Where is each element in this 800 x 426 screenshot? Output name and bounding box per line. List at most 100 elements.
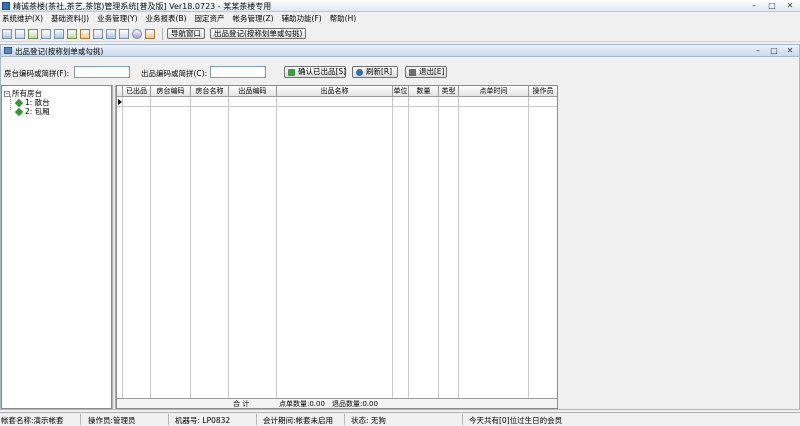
grid-header: 已出品 房台编码 房台名称 出品编码 出品名称 单位 数量 类型 点单时间 操作… <box>117 86 557 97</box>
confirm-served-button[interactable]: 确认已出品[S] <box>284 66 346 78</box>
room-code-input[interactable] <box>74 66 130 78</box>
status-separator <box>344 414 345 425</box>
col-room-name[interactable]: 房台名称 <box>191 86 229 97</box>
refresh-label: 刷新[R] <box>366 67 393 76</box>
order-qty-total: 点单数量:0.00 <box>279 400 325 408</box>
item-code-label: 出品编码或简拼(C): <box>141 69 208 78</box>
grid-row-line <box>117 106 557 107</box>
close-icon[interactable]: ✕ <box>784 1 796 10</box>
col-room-code[interactable]: 房台编码 <box>151 86 191 97</box>
menu-aux[interactable]: 辅助功能(F) <box>278 13 326 24</box>
col-qty[interactable]: 数量 <box>409 86 439 97</box>
tree-item-label: 2: 包厢 <box>25 107 50 116</box>
order-register-button[interactable]: 出品登记(按称划单或勾挑) <box>210 28 307 39</box>
col-item-name[interactable]: 出品名称 <box>277 86 393 97</box>
window-icon <box>4 47 12 54</box>
item-code-input[interactable] <box>210 66 266 78</box>
grid-col-line <box>150 97 151 399</box>
maximize-icon[interactable]: □ <box>766 1 778 10</box>
status-account: 帐套名称:演示帐套 <box>1 416 64 425</box>
menu-fixed-assets[interactable]: 固定资产 <box>191 13 229 24</box>
tree-item-private-room[interactable]: 2: 包厢 <box>14 106 50 117</box>
grid-col-line <box>528 97 529 399</box>
filter-row: 房台编码或简拼(F): 出品编码或简拼(C): 确认已出品[S] 刷新[R] 退… <box>1 65 799 81</box>
col-order-time[interactable]: 点单时间 <box>459 86 529 97</box>
grid-col-line <box>228 97 229 399</box>
menu-help[interactable]: 帮助(H) <box>326 13 361 24</box>
status-birthday: 今天共有[0]位过生日的会员 <box>469 416 563 425</box>
maximize-icon[interactable]: □ <box>769 46 779 55</box>
status-operator: 操作员:管理员 <box>88 416 136 425</box>
grid-col-line <box>408 97 409 399</box>
confirm-served-label: 确认已出品[S] <box>298 67 347 76</box>
minimize-icon[interactable]: – <box>748 1 760 10</box>
status-separator <box>168 414 169 425</box>
minimize-icon[interactable]: – <box>753 46 763 55</box>
menu-base-data[interactable]: 基础资料(J) <box>47 13 93 24</box>
status-machine: 机器号: LP0832 <box>175 416 231 425</box>
help-icon[interactable] <box>132 28 142 39</box>
total-label: 合 计 <box>233 400 250 408</box>
refresh-button[interactable]: 刷新[R] <box>352 66 398 78</box>
menu-reports[interactable]: 业务报表(B) <box>142 13 191 24</box>
current-row-indicator-icon <box>118 99 122 105</box>
diamond-icon <box>14 107 24 117</box>
nav-window-button[interactable]: 导航窗口 <box>167 28 205 39</box>
status-dongle: 状态: 无狗 <box>351 416 386 425</box>
refresh-icon <box>356 69 363 76</box>
status-separator <box>462 414 463 425</box>
col-operator[interactable]: 操作员 <box>529 86 557 97</box>
bookmark-icon[interactable] <box>93 28 103 39</box>
exit-label: 退出[E] <box>419 67 445 76</box>
window-title: 精诚茶楼(茶社,茶艺,茶馆)管理系统[普及版] Ver18.0723 - 某某茶… <box>13 2 272 11</box>
exit-door-icon <box>409 69 416 76</box>
room-code-label: 房台编码或简拼(F): <box>4 69 70 78</box>
close-icon[interactable]: ✕ <box>785 46 795 55</box>
menu-accounts[interactable]: 帐务管理(Z) <box>229 13 278 24</box>
menu-bar: 系统维护(X) 基础资料(J) 业务管理(Y) 业务报表(B) 固定资产 帐务管… <box>0 13 800 24</box>
status-bar: 帐套名称:演示帐套 操作员:管理员 机器号: LP0832 会计期间:帐套未启用… <box>0 412 800 426</box>
col-unit[interactable]: 单位 <box>393 86 409 97</box>
menu-system[interactable]: 系统维护(X) <box>0 13 47 24</box>
grid-col-line <box>458 97 459 399</box>
window-controls: – □ ✕ <box>748 1 796 10</box>
title-bar: 精诚茶楼(茶社,茶艺,茶馆)管理系统[普及版] Ver18.0723 - 某某茶… <box>0 0 800 12</box>
app-icon <box>2 2 10 10</box>
status-period: 会计期间:帐套未启用 <box>263 416 334 425</box>
col-type[interactable]: 类型 <box>439 86 459 97</box>
child-window-controls: – □ ✕ <box>753 46 795 55</box>
check-icon <box>288 69 295 76</box>
child-title-bar: 出品登记(按称划单或勾挑) – □ ✕ <box>1 45 799 57</box>
user-icon[interactable] <box>67 28 77 39</box>
toolbar: 导航窗口 出品登记(按称划单或勾挑) <box>0 26 800 42</box>
grid-col-line <box>276 97 277 399</box>
exit-button[interactable]: 退出[E] <box>405 66 447 78</box>
list-icon[interactable] <box>15 28 25 39</box>
order-grid: 已出品 房台编码 房台名称 出品编码 出品名称 单位 数量 类型 点单时间 操作… <box>116 85 558 409</box>
grid-col-line <box>438 97 439 399</box>
printer-icon[interactable] <box>119 28 129 39</box>
exit-icon[interactable] <box>145 28 155 39</box>
return-qty-total: 退品数量:0.00 <box>332 400 378 408</box>
menu-business[interactable]: 业务管理(Y) <box>93 13 141 24</box>
grid-col-line <box>392 97 393 399</box>
grid-col-line <box>190 97 191 399</box>
preview-icon[interactable] <box>54 28 64 39</box>
status-separator <box>80 414 81 425</box>
empty-area <box>558 85 799 409</box>
edit-icon[interactable] <box>80 28 90 39</box>
child-window-title: 出品登记(按称划单或勾挑) <box>15 47 104 56</box>
table-icon[interactable] <box>2 28 12 39</box>
col-item-code[interactable]: 出品编码 <box>229 86 277 97</box>
report-icon[interactable] <box>28 28 38 39</box>
toolbar-separator <box>162 27 163 40</box>
col-served[interactable]: 已出品 <box>123 86 151 97</box>
print-icon[interactable] <box>41 28 51 39</box>
grid-footer: 合 计 点单数量:0.00 退品数量:0.00 <box>117 398 557 408</box>
grid-col-line <box>122 97 123 399</box>
tree-connector <box>10 96 11 110</box>
status-separator <box>256 414 257 425</box>
room-tree: - 所有房台 1: 散台 2: 包厢 <box>1 85 112 409</box>
save-icon[interactable] <box>106 28 116 39</box>
order-register-window: 出品登记(按称划单或勾挑) – □ ✕ 房台编码或简拼(F): 出品编码或简拼(… <box>0 44 800 410</box>
